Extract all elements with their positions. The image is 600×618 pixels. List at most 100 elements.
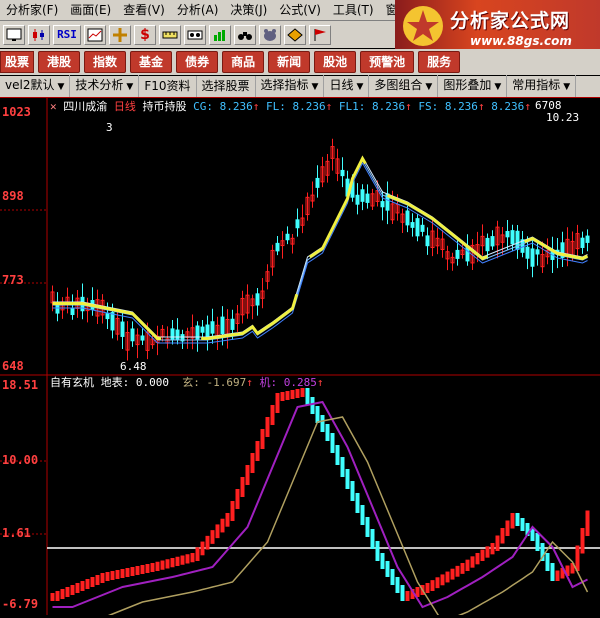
indicator-bar: [305, 388, 310, 405]
candle-body: [485, 237, 490, 252]
menu-item-fenxijia[interactable]: 分析家(F): [0, 0, 64, 20]
market-button-alert-pool[interactable]: 预警池: [360, 51, 415, 73]
overlay-icon[interactable]: [84, 24, 106, 45]
function-bar: vel2默认 ▼ 技术分析 ▼ F10资料 选择股票 选择指标 ▼ 日线 ▼ 多图组合 ▼…: [0, 75, 600, 98]
fn-f10[interactable]: F10资料: [139, 76, 197, 97]
fn-multi-chart[interactable]: 多图组合 ▼: [369, 75, 439, 98]
menu-item-gongju[interactable]: 工具(T): [327, 0, 380, 20]
indicator-bar: [460, 563, 465, 574]
ji-line: [52, 400, 588, 609]
candle-body: [525, 246, 530, 259]
star-logo-icon: [403, 6, 443, 46]
fn-common-indicators[interactable]: 常用指标 ▼: [507, 75, 577, 98]
indicator-bar: [435, 577, 440, 589]
indicator-bar: [405, 591, 410, 601]
main-chart-legend: ✕ 四川成渝 日线 持币持股 CG: 8.236↑ FL: 8.236↑ FL1…: [50, 100, 531, 113]
fl-value: FL: 8.236: [265, 100, 326, 113]
market-button-bond[interactable]: 债券: [176, 51, 219, 73]
candle-body: [220, 316, 225, 335]
rsi-icon[interactable]: RSI: [53, 24, 81, 45]
indicator-bar: [480, 549, 485, 561]
indicator-bar: [50, 593, 55, 601]
indicator-bar: [395, 577, 400, 593]
fn-overlay[interactable]: 图形叠加 ▼: [438, 75, 508, 98]
flag-icon[interactable]: [309, 24, 331, 45]
candle-body: [200, 326, 205, 333]
fl1-value: FL1: 8.236: [338, 100, 406, 113]
indicator-bar: [130, 567, 135, 576]
indicator-bar: [60, 589, 65, 599]
indicator-bar: [190, 553, 195, 563]
monitor-icon[interactable]: [3, 24, 25, 45]
indicator-bar: [90, 577, 95, 587]
candle-body: [365, 193, 370, 203]
bear-icon[interactable]: [259, 24, 281, 45]
binoculars-icon[interactable]: [234, 24, 256, 45]
indicator-bar: [215, 524, 220, 539]
menu-item-huamian[interactable]: 画面(E): [64, 0, 117, 20]
menu-item-gongshi[interactable]: 公式(V): [273, 0, 327, 20]
indicator-bar: [155, 561, 160, 571]
indicator-bar: [505, 520, 510, 536]
indicator-bar: [535, 533, 540, 551]
tape-icon[interactable]: [184, 24, 206, 45]
fn-select-indicator[interactable]: 选择指标 ▼: [256, 75, 325, 98]
logo-title: 分析家公式网: [450, 10, 571, 32]
market-button-service[interactable]: 服务: [418, 51, 461, 73]
fn-tech-analysis[interactable]: 技术分析 ▼: [70, 75, 140, 98]
diamond-icon[interactable]: [284, 24, 306, 45]
market-button-index[interactable]: 指数: [84, 51, 127, 73]
indicator-bar: [75, 583, 80, 593]
candle-body: [420, 224, 425, 232]
indicator-bar: [280, 392, 285, 401]
menu-item-chakan[interactable]: 查看(V): [117, 0, 171, 20]
sub-bars-group: [50, 388, 590, 601]
fn-layout-default-label: vel2默认: [5, 78, 55, 92]
market-button-commodity[interactable]: 商品: [222, 51, 265, 73]
indicator-bar: [160, 560, 165, 570]
y-tick-1-61: 1.61: [2, 526, 31, 540]
candle-body: [410, 222, 415, 228]
indicator-bar: [285, 391, 290, 400]
market-button-news[interactable]: 新闻: [268, 51, 311, 73]
indicator-bar: [205, 535, 210, 550]
fn-layout-default[interactable]: vel2默认 ▼: [0, 75, 71, 98]
crosshair-icon[interactable]: [109, 24, 131, 45]
chart-area[interactable]: 1023 898 773 648 18.51 10.00 1.61 -6.79 …: [0, 97, 600, 618]
menu-item-juece[interactable]: 决策(J): [224, 0, 273, 20]
indicator-bar: [210, 530, 215, 544]
candle-body: [535, 249, 540, 255]
indicator-bar: [220, 518, 225, 533]
chart-canvas[interactable]: [0, 97, 600, 618]
indicator-bar: [120, 569, 125, 578]
indicator-bar: [515, 513, 520, 526]
fn-daily[interactable]: 日线 ▼: [324, 75, 370, 98]
market-button-hk[interactable]: 港股: [38, 51, 81, 73]
chart-icon[interactable]: [209, 24, 231, 45]
close-icon[interactable]: ✕: [50, 100, 57, 113]
candle-body: [455, 249, 460, 259]
market-button-stocks[interactable]: 股票: [0, 51, 35, 73]
sub-lines-group: [52, 400, 589, 618]
indicator-bar: [340, 457, 345, 477]
low-price-label: 6.48: [120, 360, 147, 373]
indicator-bar: [95, 575, 100, 585]
dollar-icon[interactable]: $: [134, 24, 156, 45]
indicator-bar: [585, 510, 590, 536]
menu-item-fenxi[interactable]: 分析(A): [171, 0, 225, 20]
indicator-bar: [145, 564, 150, 573]
kline-icon[interactable]: [28, 24, 50, 45]
indicator-bar: [170, 558, 175, 568]
market-button-fund[interactable]: 基金: [130, 51, 173, 73]
ground-value: 地表: 0.000: [100, 376, 169, 389]
market-button-stock-pool[interactable]: 股池: [314, 51, 357, 73]
candle-body: [295, 219, 300, 229]
indicator-bar: [255, 441, 260, 461]
indicator-bar: [365, 517, 370, 537]
ruler-icon[interactable]: [159, 24, 181, 45]
candle-body: [405, 210, 410, 226]
candle-body: [360, 189, 365, 202]
indicator-bar: [380, 553, 385, 569]
fn-select-stock[interactable]: 选择股票: [197, 76, 256, 97]
dropdown-arrow-icon: ▼: [494, 82, 502, 92]
